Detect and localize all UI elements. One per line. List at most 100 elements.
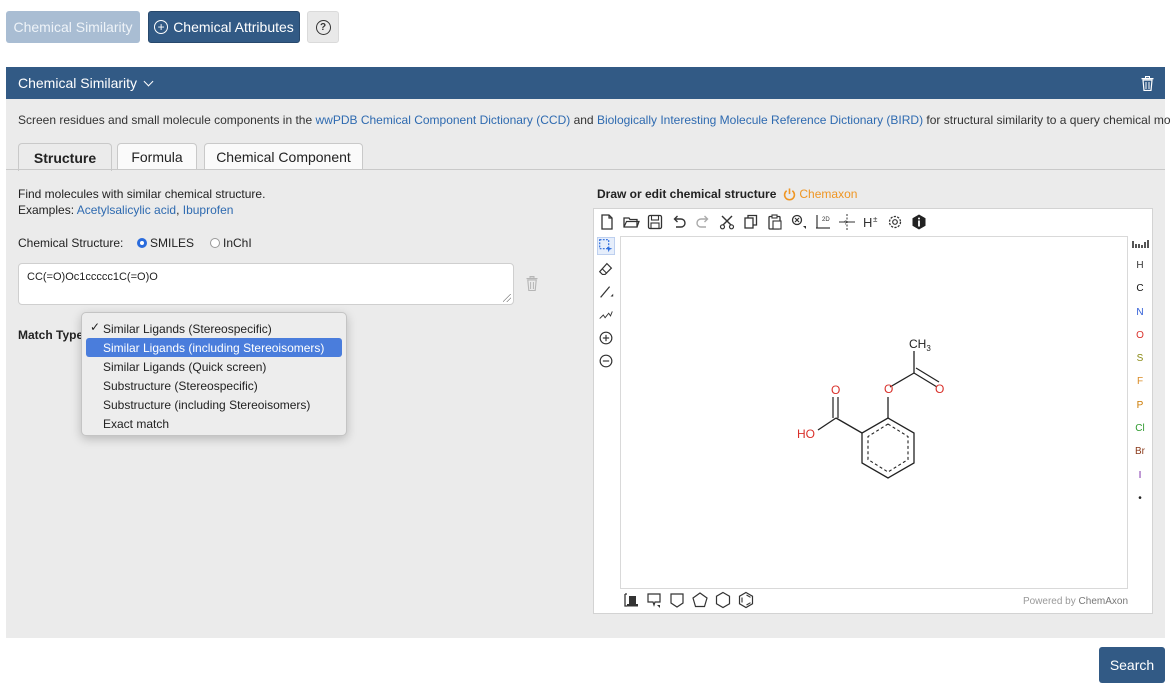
resize-grip-icon[interactable] — [503, 294, 511, 302]
element-n-button[interactable]: N — [1132, 301, 1148, 324]
tab-divider — [6, 169, 1165, 170]
help-button[interactable]: ? — [307, 11, 339, 43]
marvin-editor[interactable]: 2D ? H ± O HO O O CH3 H C N O S F P Cl B… — [593, 208, 1153, 614]
checkmark-icon: ✓ — [90, 320, 101, 334]
example-acetylsalicylic-link[interactable]: Acetylsalicylic acid — [77, 203, 176, 217]
inchi-label: InChI — [223, 236, 252, 250]
tab-chemical-component[interactable]: Chemical Component — [204, 143, 363, 170]
chemical-similarity-button[interactable]: Chemical Similarity — [6, 11, 140, 43]
element-s-button[interactable]: S — [1132, 347, 1148, 370]
bird-link[interactable]: Biologically Interesting Molecule Refere… — [597, 113, 923, 127]
inchi-radio[interactable]: InChI — [210, 236, 252, 250]
element-p-button[interactable]: P — [1132, 394, 1148, 417]
smiles-radio[interactable]: SMILES — [137, 236, 194, 250]
match-option-substructure-stereoisomers[interactable]: Substructure (including Stereoisomers) — [86, 395, 342, 414]
undo-icon[interactable] — [670, 213, 688, 231]
element-h-button[interactable]: H — [1132, 254, 1148, 277]
option-label: Substructure (including Stereoisomers) — [103, 397, 311, 412]
settings-gear-icon[interactable] — [886, 213, 904, 231]
chevron-down-icon — [143, 76, 154, 86]
chemical-similarity-panel: Chemical Similarity Screen residues and … — [6, 67, 1170, 638]
chemaxon-brand-label: Chemaxon — [799, 187, 858, 201]
panel-description: Screen residues and small molecule compo… — [18, 113, 1170, 127]
plus-circle-icon: + — [154, 20, 169, 34]
radio-unselected-icon — [210, 238, 220, 248]
panel-header[interactable]: Chemical Similarity — [6, 67, 1165, 99]
element-br-button[interactable]: Br — [1132, 440, 1148, 463]
powered-by-label: Powered by ChemAxon — [1023, 596, 1128, 607]
cyclopropane-template-icon[interactable] — [645, 591, 663, 609]
single-bond-tool-icon[interactable] — [597, 283, 615, 301]
pentagon-ring-icon[interactable] — [691, 591, 709, 609]
new-document-icon[interactable] — [598, 213, 616, 231]
periodic-table-icon[interactable] — [1132, 239, 1150, 249]
element-c-button[interactable]: C — [1132, 277, 1148, 300]
decrease-charge-icon[interactable] — [597, 352, 615, 370]
element-o-button[interactable]: O — [1132, 324, 1148, 347]
redo-icon[interactable] — [694, 213, 712, 231]
carbonyl-oxygen-label: O — [831, 383, 840, 397]
chain-tool-icon[interactable] — [597, 306, 615, 324]
aspirin-molecule: O HO O O CH3 — [797, 337, 944, 479]
tab-formula[interactable]: Formula — [117, 143, 197, 170]
save-icon[interactable] — [646, 213, 664, 231]
match-option-exact[interactable]: Exact match — [86, 414, 342, 433]
template-library-icon[interactable] — [622, 591, 640, 609]
cut-icon[interactable] — [718, 213, 736, 231]
examples-line: Examples: Acetylsalicylic acid, Ibuprofe… — [18, 203, 233, 217]
info-icon[interactable] — [910, 213, 928, 231]
aromatize-icon[interactable]: ? — [838, 213, 856, 231]
paste-icon[interactable] — [766, 213, 784, 231]
search-button[interactable]: Search — [1099, 647, 1165, 683]
editor-left-toolbar — [597, 237, 617, 375]
open-folder-icon[interactable] — [622, 213, 640, 231]
element-f-button[interactable]: F — [1132, 370, 1148, 393]
match-type-dropdown[interactable]: ✓ Similar Ligands (Stereospecific) Simila… — [81, 312, 347, 436]
radio-selected-icon — [137, 238, 147, 248]
tab-structure[interactable]: Structure — [18, 143, 112, 171]
editor-element-toolbar: H C N O S F P Cl Br I • — [1132, 239, 1150, 510]
selection-tool-icon[interactable] — [597, 237, 615, 255]
chemaxon-brand: Chemaxon — [783, 187, 857, 201]
hexagon-ring-icon[interactable] — [714, 591, 732, 609]
chemical-attributes-label: Chemical Attributes — [173, 19, 294, 35]
cyclobutane-template-icon[interactable] — [668, 591, 686, 609]
clear-zoom-icon[interactable] — [790, 213, 808, 231]
match-option-similar-stereospecific[interactable]: ✓ Similar Ligands (Stereospecific) — [86, 319, 342, 338]
copy-icon[interactable] — [742, 213, 760, 231]
editor-title: Draw or edit chemical structure Chemaxon — [597, 187, 857, 201]
svg-text:H: H — [863, 215, 872, 230]
hydrogen-toggle-icon[interactable]: H ± — [862, 213, 880, 231]
description-suffix: for structural similarity to a query che… — [926, 113, 1170, 127]
chemical-attributes-button[interactable]: + Chemical Attributes — [148, 11, 300, 43]
clean-2d-icon[interactable]: 2D — [814, 213, 832, 231]
ccd-link[interactable]: wwPDB Chemical Component Dictionary (CCD… — [316, 113, 571, 127]
element-i-button[interactable]: I — [1132, 464, 1148, 487]
examples-label: Examples: — [18, 203, 77, 217]
panel-title: Chemical Similarity — [18, 75, 138, 91]
match-option-similar-stereoisomers[interactable]: Similar Ligands (including Stereoisomers… — [86, 338, 342, 357]
description-prefix: Screen residues and small molecule compo… — [18, 113, 316, 127]
ester-oxygen-label: O — [884, 382, 893, 396]
benzene-ring-icon[interactable] — [737, 591, 755, 609]
match-type-label: Match Type — [18, 328, 84, 342]
drawing-canvas[interactable]: O HO O O CH3 — [620, 236, 1128, 589]
smiles-input[interactable]: CC(=O)Oc1ccccc1C(=O)O — [18, 263, 514, 305]
eraser-tool-icon[interactable] — [597, 260, 615, 278]
trash-icon[interactable] — [1141, 76, 1154, 91]
svg-text:±: ± — [873, 215, 878, 224]
increase-charge-icon[interactable] — [597, 329, 615, 347]
svg-text:2D: 2D — [822, 217, 830, 223]
option-label: Substructure (Stereospecific) — [103, 378, 258, 393]
examples-separator: , — [176, 203, 183, 217]
structure-intro: Find molecules with similar chemical str… — [18, 187, 266, 201]
option-label: Exact match — [103, 416, 170, 431]
acetyl-oxygen-label: O — [935, 382, 944, 396]
clear-smiles-trash-icon[interactable] — [526, 276, 538, 291]
example-ibuprofen-link[interactable]: Ibuprofen — [183, 203, 234, 217]
element-cl-button[interactable]: Cl — [1132, 417, 1148, 440]
match-option-substructure-stereospecific[interactable]: Substructure (Stereospecific) — [86, 376, 342, 395]
radical-dot-button[interactable]: • — [1132, 487, 1148, 510]
hydroxyl-label: HO — [797, 427, 815, 441]
match-option-similar-quick[interactable]: Similar Ligands (Quick screen) — [86, 357, 342, 376]
